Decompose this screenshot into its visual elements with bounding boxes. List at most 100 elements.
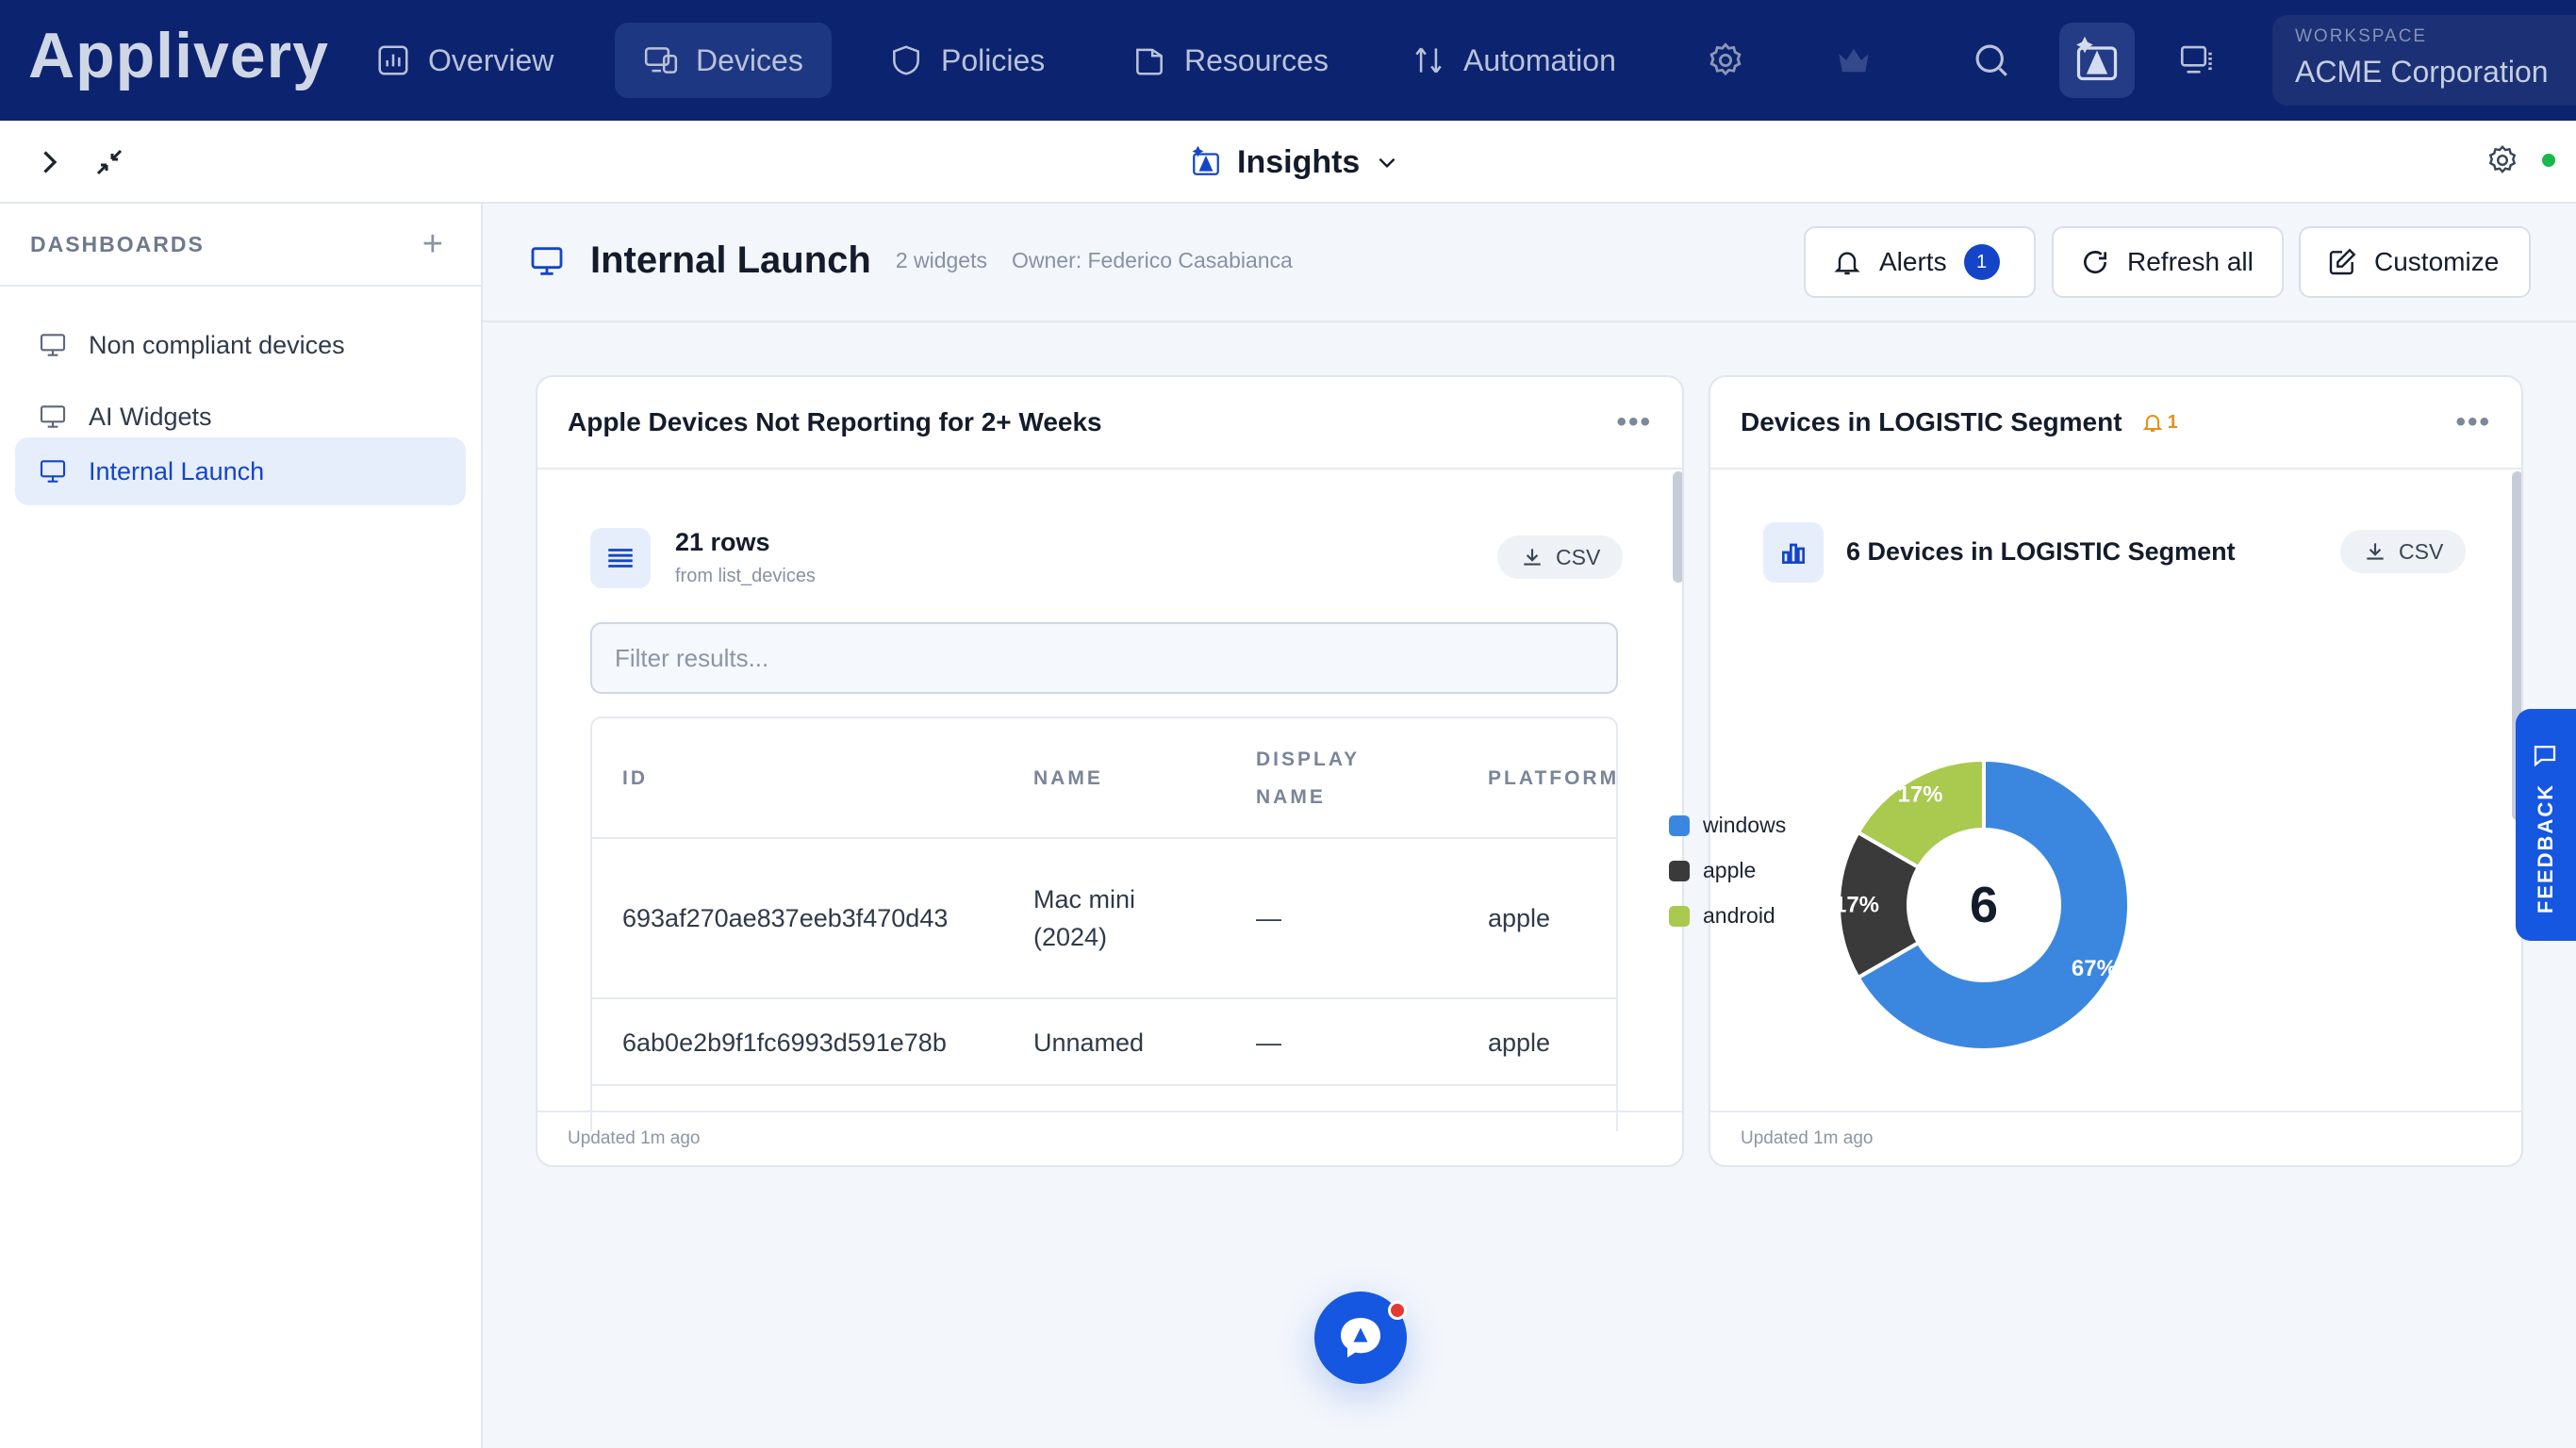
chart-icon-box [1763, 522, 1824, 583]
workspace-switcher[interactable]: WORKSPACE ACME Corporation [2272, 15, 2576, 106]
nav-overview[interactable]: Overview [347, 23, 582, 98]
donut-label-windows: 67% [2072, 956, 2117, 981]
insights-icon [1192, 146, 1219, 175]
minimize-icon [96, 149, 123, 175]
search-icon [1975, 44, 2007, 76]
chart-alert-count: 1 [2167, 411, 2178, 433]
refresh-icon [2084, 251, 2107, 274]
chart-widget-footer: Updated 1m ago [1710, 1111, 2521, 1165]
column-header-display[interactable]: DISPLAY [1256, 749, 1360, 771]
app-logo[interactable]: Applivery [28, 19, 329, 92]
monitor-icon [40, 460, 66, 483]
alerts-label: Alerts [1879, 247, 1947, 276]
chart-widget-title: Devices in LOGISTIC Segment [1741, 407, 2122, 436]
workspace-name: ACME Corporation [2295, 55, 2549, 89]
customize-button[interactable]: Customize [2299, 226, 2531, 298]
table-widget-menu-button[interactable]: ••• [1616, 406, 1652, 438]
dashboard-title: Internal Launch [590, 239, 871, 281]
column-header-display-name[interactable]: NAME [1256, 786, 1326, 809]
cell-platform: apple [1488, 1028, 1551, 1057]
legend-swatch [1669, 814, 1690, 836]
settings-nav-button[interactable] [1697, 32, 1754, 89]
nav-automation[interactable]: Automation [1382, 23, 1644, 98]
table-scrollbar[interactable] [1673, 471, 1682, 583]
sidebar-header: DASHBOARDS + [0, 204, 481, 287]
top-navigation: Applivery Overview Devices Policies Reso… [0, 0, 2576, 121]
donut-label-apple: 17% [1834, 893, 1879, 918]
nav-devices-label: Devices [696, 42, 803, 77]
notification-dot [1388, 1301, 1407, 1320]
ai-assistant-button[interactable] [2059, 23, 2135, 98]
monitor-icon [40, 405, 66, 428]
sidebar-item-non-compliant[interactable]: Non compliant devices [15, 311, 466, 379]
cell-platform: apple [1488, 904, 1551, 932]
insights-settings-button[interactable] [2485, 143, 2519, 177]
premium-nav-button[interactable] [1825, 32, 1882, 89]
bell-icon [2142, 415, 2162, 432]
devices-icon [644, 47, 678, 74]
legend-item-android[interactable]: android [1669, 903, 1775, 929]
donut-center-value: 6 [1970, 877, 1998, 933]
chart-subtitle: 6 Devices in LOGISTIC Segment [1846, 537, 2236, 566]
chart-widget-menu-button[interactable]: ••• [2455, 406, 2491, 438]
expand-sidebar-button[interactable] [32, 145, 66, 179]
download-icon [1524, 549, 1541, 566]
legend-item-apple[interactable]: apple [1669, 858, 1756, 883]
ai-sparkle-icon [2076, 36, 2118, 81]
legend-label: windows [1703, 813, 1787, 837]
customize-label: Customize [2374, 247, 2500, 276]
feedback-label: FEEDBACK [2534, 782, 2557, 914]
collapse-view-button[interactable] [92, 145, 126, 179]
nav-policies[interactable]: Policies [860, 23, 1073, 98]
nav-resources[interactable]: Resources [1103, 23, 1357, 98]
table-row[interactable]: 6ab0e2b9f1fc6993d591e78b Unnamed — apple [592, 999, 1616, 1086]
cell-id: 693af270ae837eeb3f470d43 [622, 904, 949, 932]
column-header-id[interactable]: ID [622, 767, 648, 790]
monitor-icon [531, 246, 563, 275]
dashboard-owner: Owner: Federico Casabianca [1011, 248, 1293, 272]
sidebar-item-label: AI Widgets [89, 402, 212, 431]
refresh-all-label: Refresh all [2127, 247, 2254, 276]
csv-label: CSV [2399, 538, 2444, 564]
insights-title-label: Insights [1237, 143, 1361, 180]
table-widget-header: Apple Devices Not Reporting for 2+ Weeks… [537, 377, 1682, 469]
legend-item-windows[interactable]: windows [1669, 813, 1786, 838]
table-row[interactable]: 693af270ae837eeb3f470d43 Mac mini (2024)… [592, 839, 1616, 999]
dashboard-header: Internal Launch 2 widgets Owner: Federic… [483, 204, 2576, 322]
legend-swatch [1669, 905, 1690, 927]
chat-bubble-icon [2534, 746, 2556, 767]
remote-desktop-button[interactable] [2169, 32, 2225, 89]
search-button[interactable] [1963, 32, 2020, 89]
cell-name-line1: Unnamed [1033, 1028, 1145, 1057]
insights-menu[interactable]: Insights [1190, 140, 1399, 185]
column-header-platform[interactable]: PLATFORM [1488, 767, 1619, 790]
table-csv-button[interactable]: CSV [1497, 535, 1624, 579]
assistant-chat-icon [1341, 1318, 1380, 1358]
filter-results-input[interactable] [590, 622, 1618, 694]
table-widget: Apple Devices Not Reporting for 2+ Weeks… [536, 375, 1684, 1167]
list-icon [608, 549, 633, 568]
column-header-name[interactable]: NAME [1033, 767, 1103, 790]
legend-swatch [1669, 860, 1690, 881]
table-updated-time: Updated 1m ago [568, 1128, 701, 1148]
connection-status-dot [2542, 154, 2555, 167]
rows-count: 21 rows [675, 528, 770, 556]
chart-widget-header: Devices in LOGISTIC Segment 1 ••• [1710, 377, 2521, 469]
refresh-all-button[interactable]: Refresh all [2052, 226, 2284, 298]
nav-devices[interactable]: Devices [615, 23, 832, 98]
legend-label: android [1703, 903, 1775, 928]
cell-id: 6ab0e2b9f1fc6993d591e78b [622, 1028, 947, 1057]
monitor-icon [40, 334, 66, 356]
chart-alert-indicator[interactable]: 1 [2141, 411, 2178, 434]
sidebar-item-internal-launch[interactable]: Internal Launch [15, 437, 466, 505]
edit-icon [2329, 248, 2356, 275]
legend-label: apple [1703, 858, 1757, 882]
nav-policies-label: Policies [941, 42, 1046, 77]
chart-csv-button[interactable]: CSV [2340, 530, 2467, 573]
alerts-count-badge: 1 [1963, 244, 2000, 280]
add-dashboard-button[interactable]: + [422, 224, 443, 265]
sidebar-item-label: Non compliant devices [89, 330, 345, 359]
alerts-button[interactable]: Alerts 1 [1804, 226, 2036, 298]
csv-label: CSV [1556, 544, 1601, 569]
sidebar-item-label: Internal Launch [89, 456, 265, 485]
